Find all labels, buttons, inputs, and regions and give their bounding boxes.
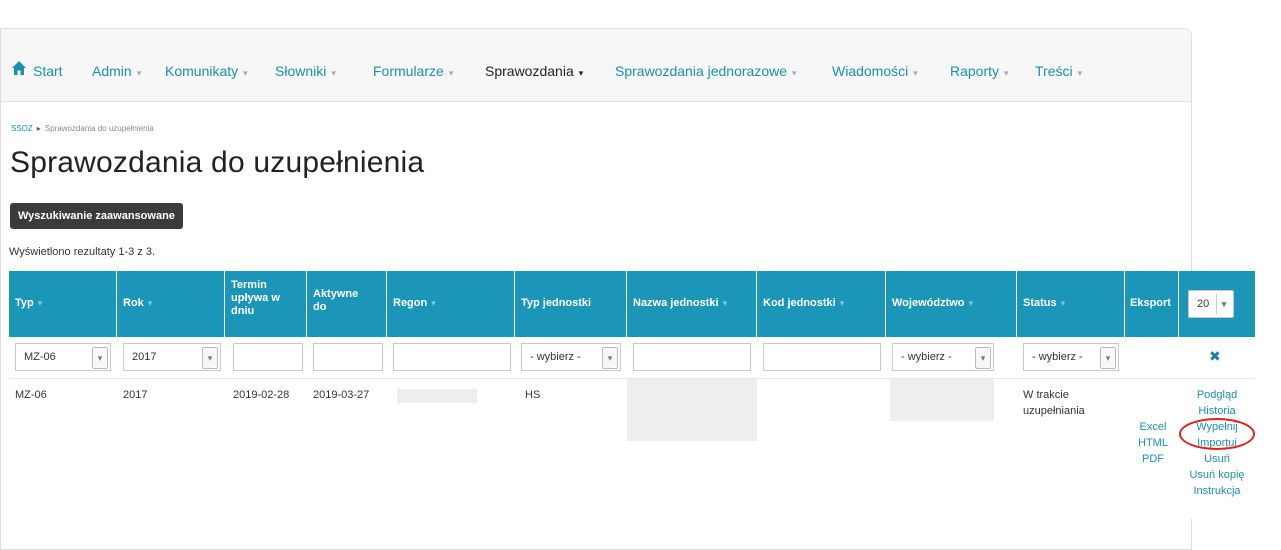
export-excel-link[interactable]: Excel — [1133, 419, 1173, 435]
home-icon[interactable] — [11, 60, 27, 76]
cell-typ-jednostki: HS — [525, 389, 541, 401]
page-title: Sprawozdania do uzupełnienia — [10, 146, 425, 179]
nav-komunikaty[interactable]: Komunikaty ▾ — [165, 63, 248, 79]
top-navbar: Start Admin ▾ Komunikaty ▾ Słowniki ▾ Formu… — [1, 29, 1191, 102]
chevron-down-icon: ▾ — [913, 68, 918, 78]
nav-sprawozdania[interactable]: Sprawozdania ▾ — [485, 63, 583, 79]
nav-wiadomosci[interactable]: Wiadomości ▾ — [832, 63, 918, 79]
cell-typ: MZ-06 — [15, 389, 47, 401]
chevron-down-icon: ▾ — [1100, 347, 1116, 369]
filter-rok-select[interactable]: 2017 ▾ — [123, 343, 221, 371]
filter-row: MZ-06 ▾ 2017 ▾ - wybierz - ▾ - wybierz - ▾ -… — [9, 337, 1255, 379]
filter-typ-jednostki-select[interactable]: - wybierz - ▾ — [521, 343, 621, 371]
nav-start[interactable]: Start — [33, 63, 63, 79]
chevron-down-icon: ▾ — [331, 68, 336, 78]
clear-filters-icon[interactable]: ✖ — [1209, 348, 1221, 365]
nav-sprawozdania-jednorazowe[interactable]: Sprawozdania jednorazowe ▾ — [615, 63, 797, 79]
breadcrumb-separator: ▸ — [36, 124, 41, 133]
chevron-down-icon: ▾ — [202, 347, 218, 369]
col-header-per-page: 20 ▾ — [1179, 271, 1255, 337]
col-header-rok[interactable]: Rok ▾ — [117, 271, 225, 337]
filter-nazwa-input[interactable] — [633, 343, 751, 371]
col-header-typ[interactable]: Typ ▾ — [9, 271, 117, 337]
sort-icon: ▾ — [968, 298, 974, 308]
nav-tresci[interactable]: Treści ▾ — [1035, 63, 1082, 79]
nav-slowniki[interactable]: Słowniki ▾ — [275, 63, 336, 79]
sort-icon: ▾ — [147, 298, 153, 308]
col-header-nazwa-jednostki[interactable]: Nazwa jednostki ▾ — [627, 271, 757, 337]
filter-status-select[interactable]: - wybierz - ▾ — [1023, 343, 1119, 371]
export-pdf-link[interactable]: PDF — [1133, 451, 1173, 467]
nav-raporty[interactable]: Raporty ▾ — [950, 63, 1009, 79]
sort-icon: ▾ — [722, 298, 728, 308]
chevron-down-icon: ▾ — [92, 347, 108, 369]
filter-termin-input[interactable] — [233, 343, 303, 371]
export-html-link[interactable]: HTML — [1133, 435, 1173, 451]
chevron-down-icon: ▾ — [975, 347, 991, 369]
sort-icon: ▾ — [839, 298, 845, 308]
chevron-down-icon: ▾ — [1077, 68, 1083, 78]
filter-wojewodztwo-select[interactable]: - wybierz - ▾ — [892, 343, 994, 371]
sort-icon: ▾ — [431, 298, 436, 308]
breadcrumb-current: Sprawozdania do uzupełnienia — [44, 124, 154, 133]
chevron-down-icon: ▾ — [448, 68, 454, 78]
cell-aktywne: 2019-03-27 — [313, 389, 370, 401]
cell-termin: 2019-02-28 — [233, 389, 290, 401]
action-instrukcja-link[interactable]: Instrukcja — [1181, 483, 1253, 499]
highlight-circle — [1179, 418, 1255, 450]
nav-admin[interactable]: Admin ▾ — [92, 63, 141, 79]
filter-regon-input[interactable] — [393, 343, 511, 371]
sort-icon: ▾ — [1060, 298, 1066, 308]
col-header-kod-jednostki[interactable]: Kod jednostki ▾ — [757, 271, 886, 337]
sort-icon: ▾ — [37, 298, 43, 308]
export-links: Excel HTML PDF — [1133, 419, 1173, 467]
redacted-regon — [397, 389, 477, 403]
chevron-down-icon: ▾ — [136, 68, 142, 78]
chevron-down-icon: ▾ — [602, 347, 618, 369]
col-header-aktywne[interactable]: Aktywne do — [307, 271, 387, 337]
cell-status: W trakcie uzupełniania — [1023, 389, 1085, 417]
action-historia-link[interactable]: Historia — [1181, 403, 1253, 419]
action-usun-link[interactable]: Usuń — [1181, 451, 1253, 467]
chevron-down-icon: ▾ — [1216, 294, 1231, 314]
breadcrumb-root[interactable]: SSOZ — [11, 124, 33, 133]
action-usun-kopie-link[interactable]: Usuń kopię — [1181, 467, 1253, 483]
filter-typ-select[interactable]: MZ-06 ▾ — [15, 343, 111, 371]
cell-rok: 2017 — [123, 389, 148, 401]
breadcrumb: SSOZ ▸ Sprawozdania do uzupełnienia — [11, 124, 154, 133]
chevron-down-icon: ▾ — [243, 68, 248, 78]
advanced-search-button[interactable]: Wyszukiwanie zaawansowane — [10, 203, 183, 229]
chevron-down-icon: ▾ — [1004, 68, 1009, 78]
table-row: MZ-06 2017 2019-02-28 2019-03-27 HS W tr… — [9, 379, 1255, 519]
redacted-wojewodztwo — [890, 379, 994, 421]
col-header-status[interactable]: Status ▾ — [1017, 271, 1125, 337]
col-header-typ-jednostki[interactable]: Typ jednostki — [515, 271, 627, 337]
filter-kod-input[interactable] — [763, 343, 881, 371]
per-page-select[interactable]: 20 ▾ — [1188, 290, 1234, 318]
chevron-down-icon: ▾ — [578, 68, 584, 78]
chevron-down-icon: ▾ — [792, 68, 797, 78]
filter-aktywne-input[interactable] — [313, 343, 383, 371]
col-header-regon[interactable]: Regon ▾ — [387, 271, 515, 337]
col-header-eksport: Eksport — [1125, 271, 1179, 337]
col-header-wojewodztwo[interactable]: Województwo ▾ — [886, 271, 1017, 337]
nav-formularze[interactable]: Formularze ▾ — [373, 63, 453, 79]
results-count: Wyświetlono rezultaty 1-3 z 3. — [9, 246, 156, 258]
col-header-termin[interactable]: Termin upływa w dniu — [225, 271, 307, 337]
action-podglad-link[interactable]: Podgląd — [1181, 387, 1253, 403]
redacted-nazwa-jednostki — [627, 379, 757, 441]
